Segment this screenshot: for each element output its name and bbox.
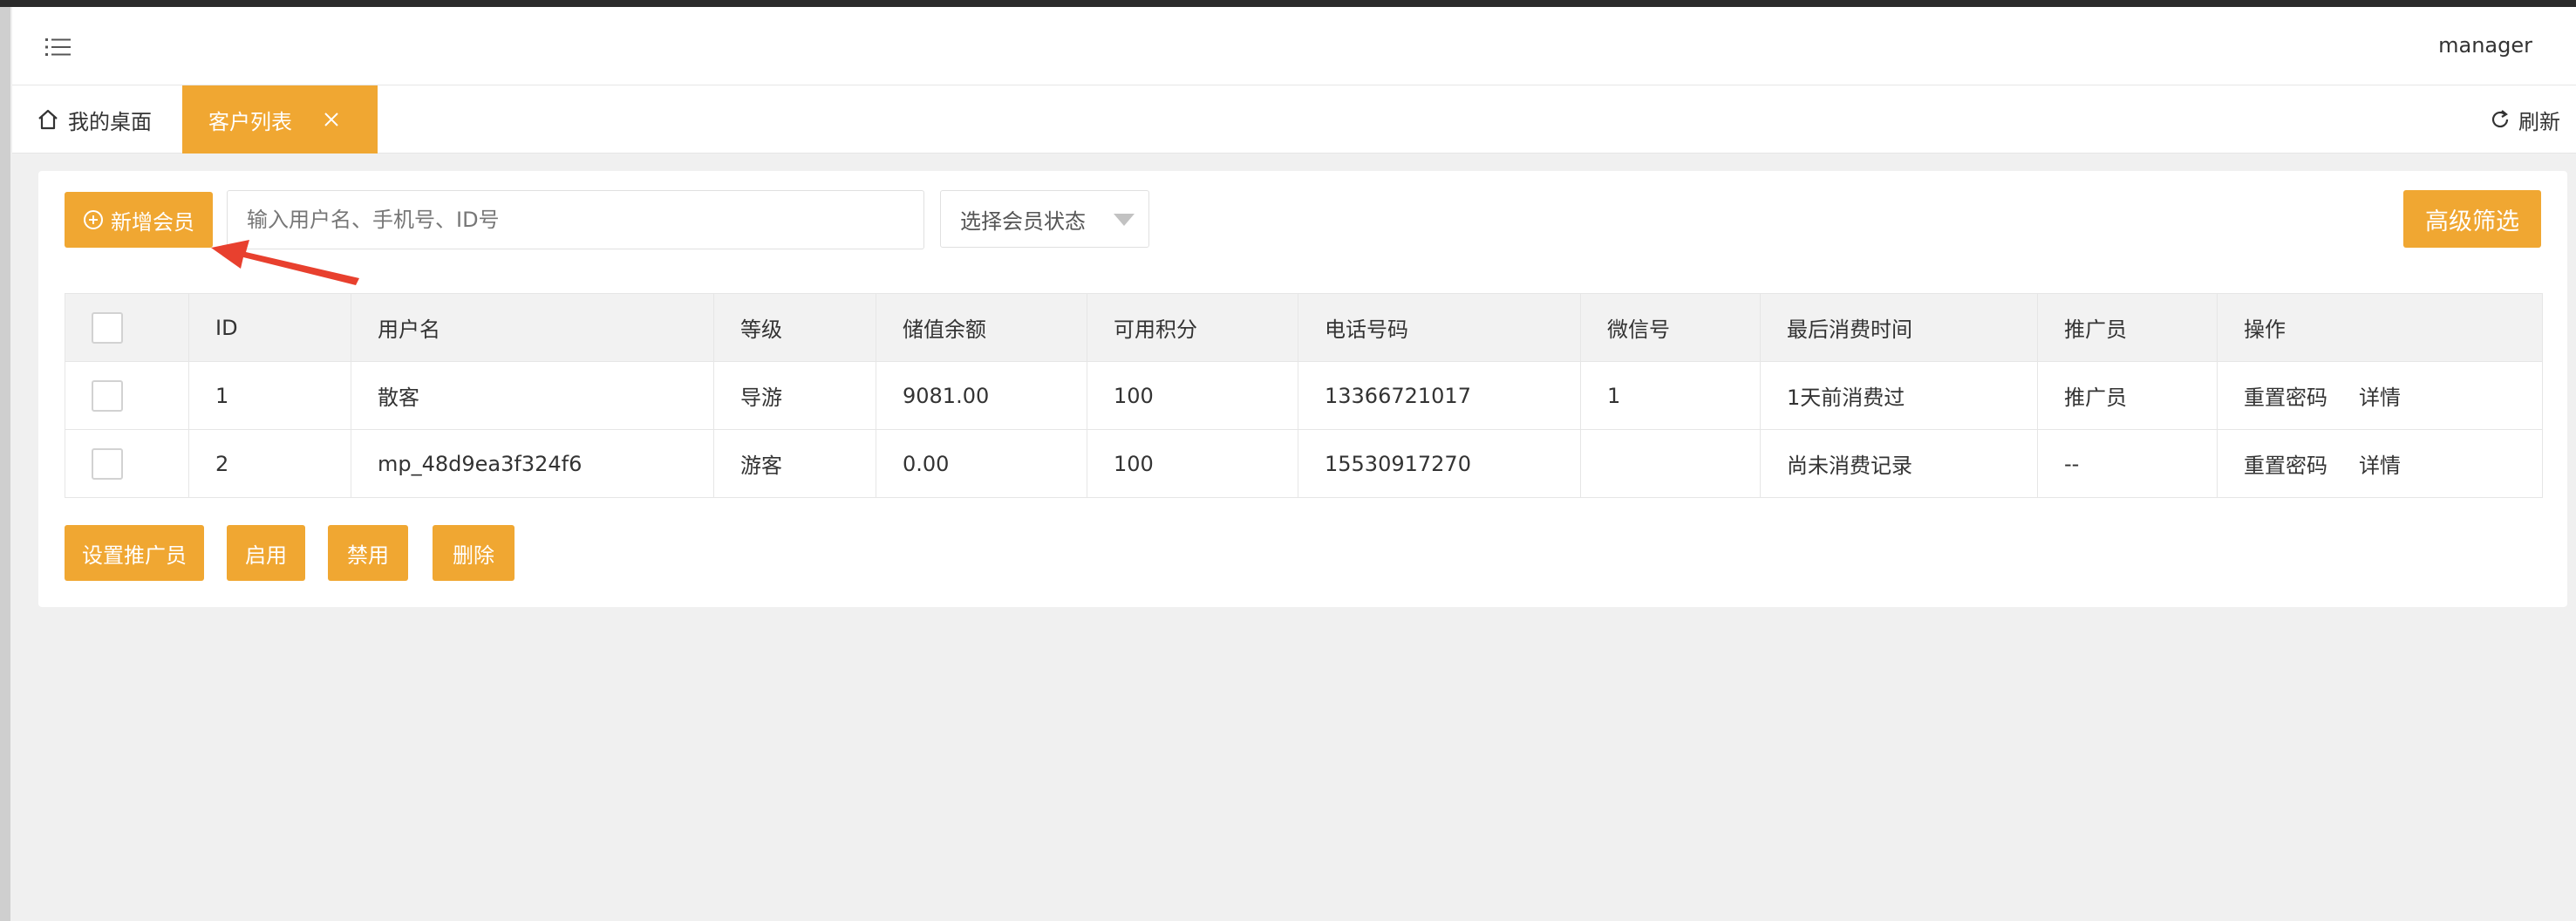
select-all-cell	[65, 293, 189, 362]
cell-balance: 0.00	[876, 429, 1087, 498]
table-row: 1 散客 导游 9081.00 100 13366721017 1 1天前消费过…	[65, 361, 2543, 430]
row-select-cell	[65, 429, 189, 498]
reset-password-link[interactable]: 重置密码	[2244, 385, 2327, 410]
cell-balance: 9081.00	[876, 361, 1087, 430]
cell-wechat: 1	[1580, 361, 1761, 430]
annotation-arrow-icon	[211, 240, 359, 285]
top-header: manager	[12, 7, 2576, 85]
cell-last-time: 尚未消费记录	[1760, 429, 2038, 498]
member-status-select[interactable]: 选择会员状态	[940, 190, 1149, 248]
col-username: 用户名	[351, 293, 714, 362]
col-balance: 储值余额	[876, 293, 1087, 362]
table-header-row: ID 用户名 等级 储值余额 可用积分 电话号码 微信号 最后消费时间 推广员 …	[65, 293, 2543, 362]
add-member-button[interactable]: 新增会员	[65, 192, 213, 248]
cell-phone: 13366721017	[1298, 361, 1581, 430]
cell-actions: 重置密码 详情	[2217, 429, 2543, 498]
list-icon[interactable]	[45, 37, 72, 58]
cell-points: 100	[1087, 361, 1298, 430]
plus-circle-icon	[84, 210, 103, 229]
col-wechat: 微信号	[1580, 293, 1761, 362]
row-checkbox[interactable]	[92, 379, 123, 412]
cell-level: 游客	[713, 429, 876, 498]
col-actions: 操作	[2217, 293, 2543, 362]
add-member-label: 新增会员	[111, 209, 194, 235]
col-last-time: 最后消费时间	[1760, 293, 2038, 362]
reset-password-link[interactable]: 重置密码	[2244, 454, 2327, 478]
tab-home-label: 我的桌面	[68, 109, 152, 134]
select-all-checkbox[interactable]	[92, 311, 123, 344]
left-edge-scrollbar[interactable]	[0, 7, 10, 921]
cell-phone: 15530917270	[1298, 429, 1581, 498]
cell-wechat	[1580, 429, 1761, 498]
detail-link[interactable]: 详情	[2359, 385, 2401, 410]
cell-username: mp_48d9ea3f324f6	[351, 429, 714, 498]
content-panel: 新增会员 选择会员状态 高级筛选 ID 用户名 等级 储值余额 可用积分 电话号…	[38, 171, 2567, 607]
refresh-button[interactable]: 刷新	[2489, 85, 2560, 154]
enable-button[interactable]: 启用	[227, 525, 305, 581]
tab-home[interactable]: 我的桌面	[37, 85, 152, 154]
col-id: ID	[188, 293, 351, 362]
row-checkbox[interactable]	[92, 447, 123, 480]
close-icon[interactable]	[322, 110, 341, 129]
refresh-label: 刷新	[2518, 109, 2560, 134]
col-level: 等级	[713, 293, 876, 362]
user-name[interactable]: manager	[2438, 33, 2532, 58]
col-phone: 电话号码	[1298, 293, 1581, 362]
member-status-placeholder: 选择会员状态	[960, 208, 1086, 234]
col-points: 可用积分	[1087, 293, 1298, 362]
cell-promoter: 推广员	[2037, 361, 2218, 430]
set-promoter-button[interactable]: 设置推广员	[65, 525, 204, 581]
disable-button[interactable]: 禁用	[328, 525, 408, 581]
delete-button[interactable]: 删除	[433, 525, 515, 581]
cell-id: 1	[188, 361, 351, 430]
row-select-cell	[65, 361, 189, 430]
cell-username: 散客	[351, 361, 714, 430]
advanced-filter-button[interactable]: 高级筛选	[2403, 190, 2541, 248]
cell-promoter: --	[2037, 429, 2218, 498]
table-row: 2 mp_48d9ea3f324f6 游客 0.00 100 155309172…	[65, 429, 2543, 498]
cell-actions: 重置密码 详情	[2217, 361, 2543, 430]
cell-points: 100	[1087, 429, 1298, 498]
tab-bar: 我的桌面 客户列表 刷新	[12, 85, 2576, 154]
home-icon	[38, 109, 58, 130]
chevron-down-icon	[1114, 214, 1135, 226]
refresh-icon	[2491, 110, 2509, 128]
cell-id: 2	[188, 429, 351, 498]
cell-level: 导游	[713, 361, 876, 430]
col-promoter: 推广员	[2037, 293, 2218, 362]
tab-customer-list-label: 客户列表	[208, 109, 292, 134]
cell-last-time: 1天前消费过	[1760, 361, 2038, 430]
customer-table: ID 用户名 等级 储值余额 可用积分 电话号码 微信号 最后消费时间 推广员 …	[65, 293, 2543, 498]
window-top-strip	[0, 0, 2576, 7]
detail-link[interactable]: 详情	[2359, 454, 2401, 478]
tab-customer-list[interactable]: 客户列表	[182, 85, 378, 154]
